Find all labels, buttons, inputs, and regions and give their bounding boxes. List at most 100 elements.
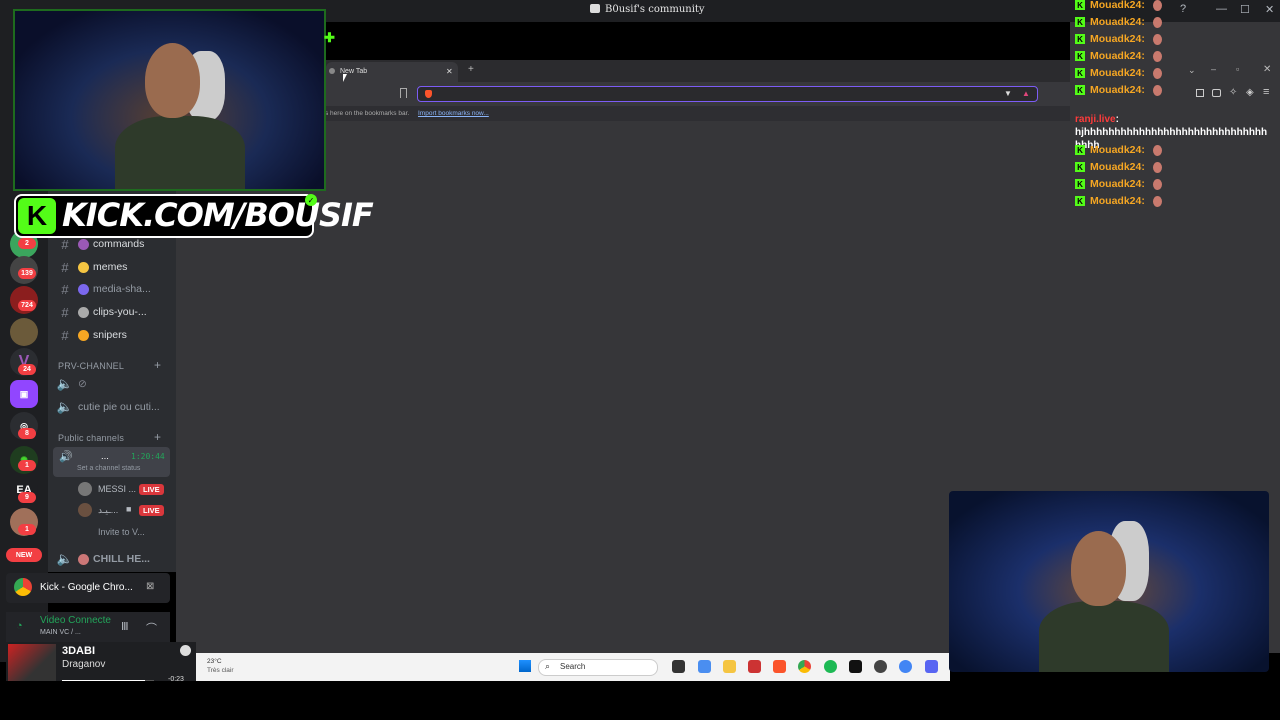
voice-member-name[interactable]: ـيـد... <box>98 505 118 516</box>
channel-snipers[interactable]: # snipers <box>52 325 217 345</box>
hash-icon: # <box>61 281 69 297</box>
taskbar-search[interactable]: ⌕ Search <box>538 659 658 676</box>
twitch-server-icon[interactable]: ▣ <box>10 380 38 408</box>
chat-line: K Mouadk24: <box>1075 142 1162 158</box>
address-bar[interactable]: ▼ ▲ <box>417 86 1038 102</box>
window-title-text: B0usif's community <box>605 4 705 15</box>
kick-taskbar-icon[interactable] <box>849 660 862 673</box>
discord-taskbar-icon[interactable] <box>925 660 938 673</box>
server-badge: 1 <box>18 460 36 471</box>
chrome-profile-taskbar-icon[interactable] <box>899 660 912 673</box>
kick-badge-icon: K <box>1075 179 1085 189</box>
screen-share-icon[interactable]: ⊠ <box>146 581 154 592</box>
voice-timer: 1:20:44 <box>131 452 165 461</box>
channel-clips[interactable]: # clips-you-... <box>52 302 217 322</box>
voice-member-name[interactable]: MESSI ... <box>98 484 136 494</box>
bookmark-icon[interactable] <box>400 88 407 98</box>
chat-username: Mouadk24: <box>1090 16 1145 28</box>
browser-maximize-button[interactable]: ▫ <box>1236 64 1239 74</box>
help-icon[interactable]: ? <box>1180 3 1186 15</box>
windows-start-icon[interactable] <box>519 660 531 672</box>
server-icon-4[interactable] <box>10 318 38 346</box>
album-art <box>8 644 56 686</box>
notification-text: Kick - Google Chro... <box>40 582 133 593</box>
chat-username: Mouadk24: <box>1090 161 1145 173</box>
rewards-icon[interactable]: ▲ <box>1022 89 1030 98</box>
emote-icon <box>1152 0 1162 11</box>
chat-username: Mouadk24: <box>1090 50 1145 62</box>
bookmarks-bar: s here on the bookmarks bar. Import book… <box>324 106 1070 121</box>
obs-taskbar-icon[interactable] <box>874 660 887 673</box>
channel-label: snipers <box>93 329 127 341</box>
chat-username: Mouadk24: <box>1090 67 1145 79</box>
chat-line: K Mouadk24: <box>1075 31 1162 47</box>
spotify-taskbar-icon[interactable] <box>824 660 837 673</box>
speaker-icon: 🔈 <box>56 399 74 414</box>
voice-channel-cutie[interactable]: 🔈 cutie pie ou cuti... <box>52 397 217 417</box>
emote-icon <box>1152 50 1162 62</box>
voice-channel-locked[interactable]: 🔈 ⊘ <box>52 374 217 394</box>
sidebar-toggle-icon[interactable] <box>1196 89 1204 97</box>
minimize-button[interactable]: — <box>1216 3 1227 15</box>
wallet-icon[interactable] <box>1212 89 1221 97</box>
kick-badge-icon: K <box>1075 0 1085 10</box>
shields-icon[interactable]: ▼ <box>1004 89 1012 98</box>
muted-icon: ⊘ <box>78 378 87 390</box>
browser-close-button[interactable]: ✕ <box>1263 64 1271 75</box>
app-icon[interactable] <box>748 660 761 673</box>
streamer-body <box>115 116 245 189</box>
tab-close-icon[interactable]: ✕ <box>446 67 453 76</box>
voice-channel-path[interactable]: MAIN VC / ... <box>40 629 81 636</box>
voice-connection-panel: ◔ Video Connecte MAIN VC / ... Ⅲ ⌒ <box>6 612 170 642</box>
browser-minimize-button[interactable]: – <box>1211 64 1216 74</box>
emote-icon <box>1152 144 1162 156</box>
kick-plus-icon: ✚ <box>324 30 335 45</box>
import-bookmarks-link[interactable]: Import bookmarks now... <box>418 110 489 117</box>
weather-temp[interactable]: 23°C <box>207 658 222 665</box>
channel-label: commands <box>93 238 145 250</box>
server-badge: 9 <box>18 492 36 503</box>
chat-line: K Mouadk24: <box>1075 82 1162 98</box>
category-prv-channel[interactable]: PRV-CHANNEL <box>58 361 124 371</box>
file-explorer-icon[interactable] <box>723 660 736 673</box>
emote-icon <box>1152 195 1162 207</box>
soundboard-icon[interactable]: Ⅲ <box>121 620 129 633</box>
tab-search-icon[interactable]: ⌄ <box>1188 65 1196 76</box>
invite-to-voice-button[interactable]: Invite to V... <box>98 527 145 537</box>
search-icon: ⌕ <box>545 661 551 671</box>
kick-badge-icon: K <box>1075 145 1085 155</box>
menu-icon[interactable]: ≡ <box>1263 86 1269 98</box>
brave-taskbar-icon[interactable] <box>773 660 786 673</box>
hash-icon: # <box>61 236 69 252</box>
close-button[interactable]: ✕ <box>1265 3 1274 16</box>
channel-status[interactable]: Set a channel status <box>77 465 140 472</box>
voice-channel-chill[interactable]: 🔈 CHILL HE... <box>52 549 217 569</box>
server-badge: 139 <box>18 268 36 279</box>
chat-username: Mouadk24: <box>1090 195 1145 207</box>
channel-emoji-icon <box>78 283 89 295</box>
add-public-channel-button[interactable]: + <box>154 430 161 444</box>
channel-memes[interactable]: # memes <box>52 257 217 277</box>
task-view-icon[interactable] <box>672 660 685 673</box>
leo-icon[interactable]: ✧ <box>1229 87 1237 98</box>
chat-username: ranji.live <box>1075 114 1116 125</box>
maximize-button[interactable]: ☐ <box>1240 3 1250 16</box>
vpn-icon[interactable]: ◈ <box>1246 87 1254 98</box>
add-channel-button[interactable]: + <box>154 358 161 372</box>
kick-badge-icon: K <box>1075 68 1085 78</box>
new-tab-button[interactable]: + <box>468 64 474 75</box>
channel-media-share[interactable]: # media-sha... <box>52 279 217 299</box>
category-public-channels[interactable]: Public channels <box>58 433 124 443</box>
widgets-icon[interactable] <box>698 660 711 673</box>
notification-toast[interactable]: Kick - Google Chro... ⊠ <box>6 573 170 603</box>
bookmarks-hint: s here on the bookmarks bar. <box>325 110 410 117</box>
kick-badge-icon: K <box>1075 51 1085 61</box>
channel-label: cutie pie ou cuti... <box>78 401 160 413</box>
voice-status: Video Connecte <box>40 615 111 626</box>
disconnect-icon[interactable]: ⌒ <box>146 620 157 636</box>
search-label: Search <box>560 662 586 671</box>
active-voice-channel[interactable]: 🔊 ... 1:20:44 Set a channel status <box>53 447 170 477</box>
channel-emoji-icon <box>78 238 89 250</box>
chat-line: K Mouadk24: <box>1075 48 1162 64</box>
chrome-taskbar-icon[interactable] <box>798 660 811 673</box>
